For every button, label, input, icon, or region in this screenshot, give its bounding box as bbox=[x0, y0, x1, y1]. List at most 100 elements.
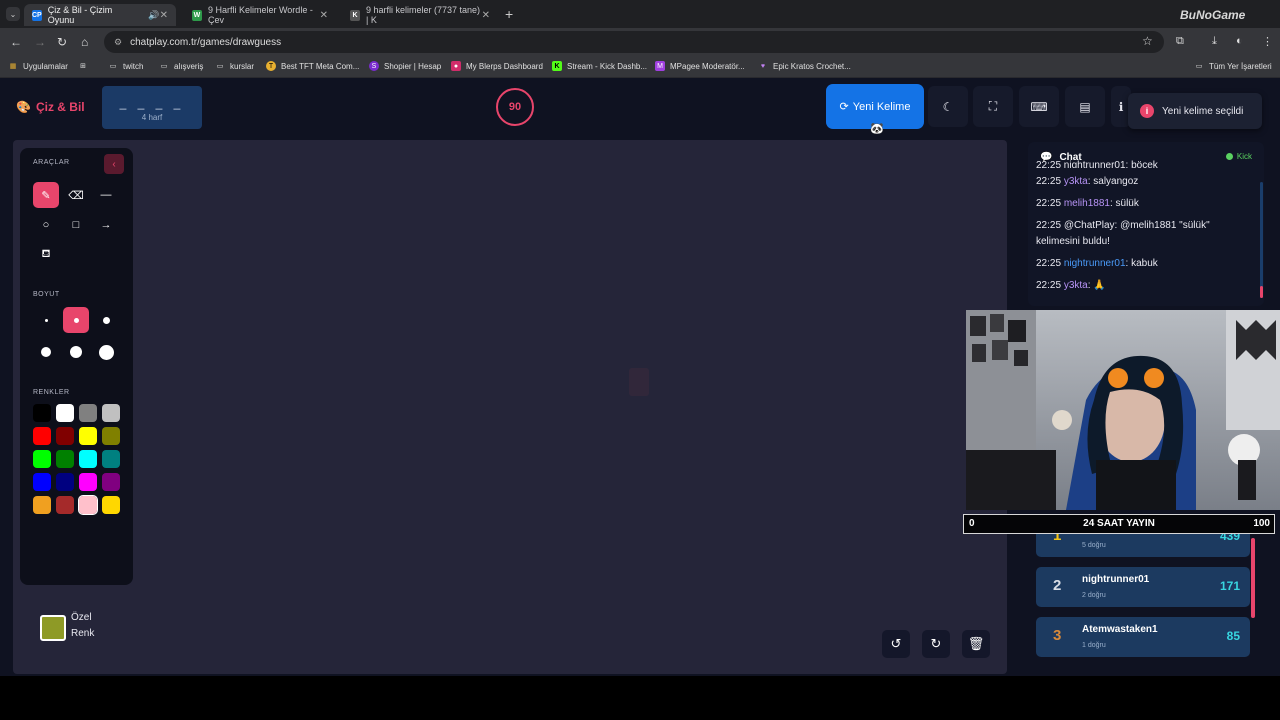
chat-scrollbar[interactable] bbox=[1260, 182, 1263, 298]
custom-color-swatch[interactable] bbox=[40, 615, 66, 641]
arrow-tool[interactable]: → bbox=[93, 212, 119, 238]
msg-time: 22:25 bbox=[1036, 220, 1062, 231]
tab-search-button[interactable]: ⌄ bbox=[6, 7, 20, 21]
extensions-icon[interactable]: ⧉ bbox=[1176, 35, 1184, 48]
color-swatch[interactable] bbox=[33, 427, 51, 445]
chat-message: 22:25 nightrunner01: kabuk bbox=[1036, 256, 1251, 272]
correct-count: 2 doğru bbox=[1082, 592, 1106, 599]
circle-tool[interactable]: ○ bbox=[33, 212, 59, 238]
archive-button[interactable]: ▤ bbox=[1065, 86, 1105, 127]
bookmark-apps[interactable]: ▦ Uygulamalar bbox=[8, 61, 68, 71]
collapse-panel-button[interactable]: ‹ bbox=[104, 154, 124, 174]
fullscreen-icon: ⛶ bbox=[988, 99, 998, 113]
clear-button[interactable]: 🗑 bbox=[962, 630, 990, 658]
close-tab-icon[interactable]: ✕ bbox=[320, 10, 328, 21]
bookmark-tft[interactable]: T Best TFT Meta Com... bbox=[266, 61, 359, 71]
theme-toggle-button[interactable]: ☾ bbox=[928, 86, 968, 127]
color-swatch[interactable] bbox=[33, 473, 51, 491]
msg-text: : 🙏 bbox=[1087, 280, 1106, 291]
color-swatch[interactable] bbox=[79, 450, 97, 468]
app-logo[interactable]: 🎨 Çiz & Bil bbox=[16, 100, 85, 114]
color-swatch[interactable] bbox=[56, 427, 74, 445]
color-swatch[interactable] bbox=[33, 450, 51, 468]
speaker-icon[interactable]: 🔊 bbox=[148, 10, 159, 21]
size-2[interactable] bbox=[63, 307, 89, 333]
url-bar[interactable]: ⚙ chatplay.com.tr/games/drawguess bbox=[104, 31, 1164, 53]
msg-user: y3kta bbox=[1063, 176, 1088, 187]
color-swatch[interactable] bbox=[102, 404, 120, 422]
bookmark-label: MPagee Moderatör... bbox=[670, 61, 745, 71]
chat-scroll-thumb[interactable] bbox=[1260, 286, 1263, 298]
msg-text: @ChatPlay: @melih1881 "sülük" kelimesini… bbox=[1036, 220, 1210, 247]
color-swatch[interactable] bbox=[33, 404, 51, 422]
line-tool[interactable]: — bbox=[93, 182, 119, 208]
bookmark-alisveris[interactable]: ▭ alışveriş bbox=[159, 61, 204, 71]
tools-panel: ARAÇLAR ‹ ✎ ⌫ — ○ □ → ⛾ BOYUT RENKLER Öz… bbox=[20, 148, 133, 641]
tab-9-harfli[interactable]: K 9 harfli kelimeler (7737 tane) | K ✕ bbox=[342, 4, 498, 26]
eraser-tool[interactable]: ⌫ bbox=[63, 182, 89, 208]
tab-wordle[interactable]: W 9 Harfli Kelimeler Wordle - Çev ✕ bbox=[184, 4, 336, 26]
site-info-icon[interactable]: ⚙ bbox=[114, 37, 122, 48]
redo-button[interactable]: ↻ bbox=[922, 630, 950, 658]
size-3[interactable] bbox=[93, 307, 119, 333]
bookmark-all[interactable]: ▭ Tüm Yer İşaretleri bbox=[1194, 61, 1272, 71]
brand-watermark: BuNoGame bbox=[1180, 8, 1246, 22]
color-swatch[interactable] bbox=[56, 496, 74, 514]
new-tab-button[interactable]: + bbox=[505, 6, 513, 22]
drawing-canvas[interactable] bbox=[13, 140, 1007, 674]
size-6[interactable] bbox=[93, 339, 119, 365]
forward-icon[interactable]: → bbox=[34, 35, 46, 49]
color-swatch[interactable] bbox=[78, 495, 98, 515]
color-swatch[interactable] bbox=[102, 496, 120, 514]
size-dot bbox=[98, 344, 114, 360]
tab-ciz-bil[interactable]: CP Çiz & Bil - Çizim Oyunu 🔊 ✕ bbox=[24, 4, 176, 26]
profile-avatar-icon[interactable]: ◐ bbox=[1236, 35, 1243, 47]
bookmark-blerps[interactable]: ● My Blerps Dashboard bbox=[451, 61, 543, 71]
download-icon[interactable]: ⤓ bbox=[1212, 35, 1217, 48]
close-tab-icon[interactable]: ✕ bbox=[482, 10, 490, 21]
msg-time: 22:25 bbox=[1036, 176, 1062, 187]
close-tab-icon[interactable]: ✕ bbox=[160, 10, 168, 21]
color-swatch[interactable] bbox=[56, 450, 74, 468]
bookmark-mpagee[interactable]: M MPagee Moderatör... bbox=[655, 61, 745, 71]
epic-icon: ♥ bbox=[760, 62, 766, 70]
rectangle-tool[interactable]: □ bbox=[63, 212, 89, 238]
color-swatch[interactable] bbox=[33, 496, 51, 514]
leaderboard-scrollbar[interactable] bbox=[1251, 538, 1255, 618]
bookmark-grid[interactable]: ⊞ bbox=[78, 61, 93, 71]
tft-icon: T bbox=[266, 61, 276, 71]
msg-time: 22:25 bbox=[1036, 198, 1062, 209]
bookmark-label: Stream - Kick Dashb... bbox=[567, 61, 648, 71]
size-1[interactable] bbox=[33, 307, 59, 333]
bookmark-epic[interactable]: ♥ Epic Kratos Crochet... bbox=[758, 61, 851, 71]
color-swatch[interactable] bbox=[102, 427, 120, 445]
home-icon[interactable]: ⌂ bbox=[81, 35, 88, 49]
color-swatch[interactable] bbox=[79, 473, 97, 491]
fullscreen-button[interactable]: ⛶ bbox=[973, 86, 1013, 127]
bookmark-kick[interactable]: K Stream - Kick Dashb... bbox=[552, 61, 647, 71]
leaderboard-row: 3 Atemwastaken1 1 doğru 85 bbox=[1036, 617, 1250, 657]
color-swatch[interactable] bbox=[79, 427, 97, 445]
color-swatch[interactable] bbox=[102, 450, 120, 468]
undo-button[interactable]: ↺ bbox=[882, 630, 910, 658]
bookmark-kurslar[interactable]: ▭ kurslar bbox=[215, 61, 254, 71]
size-4[interactable] bbox=[33, 339, 59, 365]
back-icon[interactable]: ← bbox=[10, 35, 22, 49]
menu-kebab-icon[interactable]: ⋮ bbox=[1262, 35, 1273, 48]
msg-user: nightrunner01 bbox=[1063, 258, 1126, 269]
keyboard-button[interactable]: ⌨ bbox=[1019, 86, 1059, 127]
bookmark-star-icon[interactable]: ☆ bbox=[1142, 34, 1153, 48]
square-icon: □ bbox=[72, 219, 80, 231]
size-5[interactable] bbox=[63, 339, 89, 365]
bookmark-label: Tüm Yer İşaretleri bbox=[1209, 61, 1272, 71]
color-swatch[interactable] bbox=[56, 473, 74, 491]
reload-icon[interactable]: ↻ bbox=[57, 35, 67, 49]
color-swatch[interactable] bbox=[102, 473, 120, 491]
color-swatch[interactable] bbox=[79, 404, 97, 422]
bookmark-shopier[interactable]: S Shopier | Hesap bbox=[369, 61, 441, 71]
fill-tool[interactable]: ⛾ bbox=[33, 242, 59, 268]
arrow-right-icon: → bbox=[100, 219, 112, 231]
pen-tool[interactable]: ✎ bbox=[33, 182, 59, 208]
color-swatch[interactable] bbox=[56, 404, 74, 422]
bookmark-twitch[interactable]: ▭ twitch bbox=[108, 61, 144, 71]
